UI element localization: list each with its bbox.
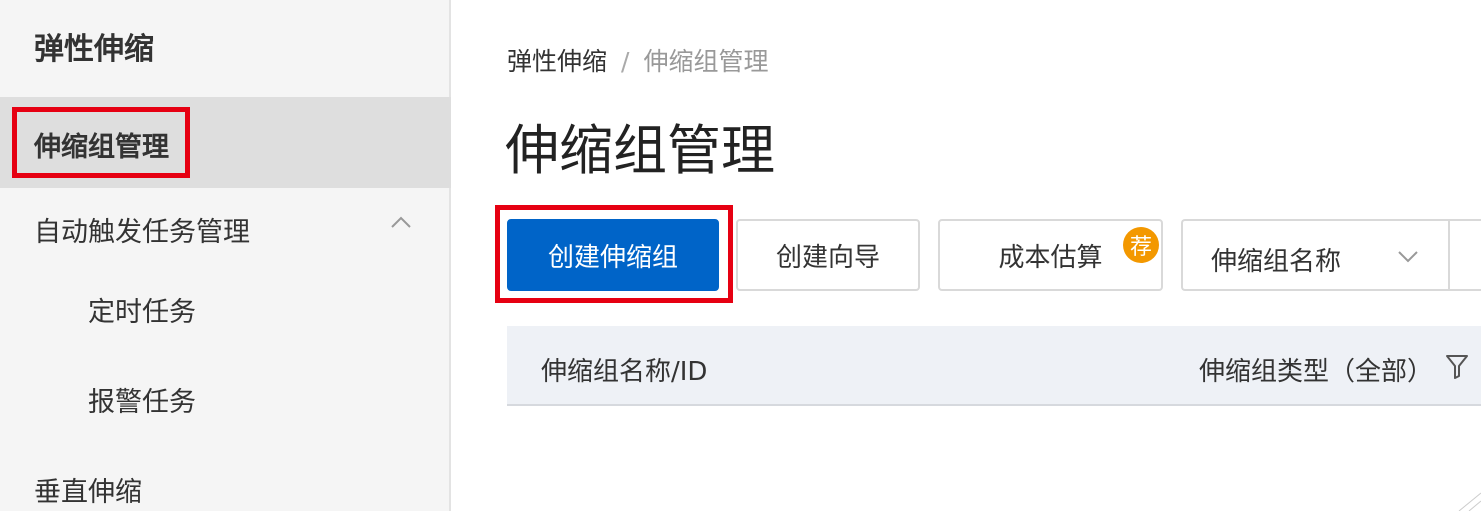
search-field-select-value: 伸缩组名称 bbox=[1211, 247, 1342, 277]
filter-icon[interactable] bbox=[1445, 354, 1469, 380]
sidebar-item-label: 伸缩组管理 bbox=[34, 132, 169, 163]
column-header-type: 伸缩组类型（全部） bbox=[1199, 357, 1434, 387]
cost-estimate-button[interactable]: 成本估算 荐 bbox=[938, 219, 1163, 291]
column-header-name-id: 伸缩组名称/ID bbox=[541, 357, 708, 387]
sidebar-item-label: 自动触发任务管理 bbox=[34, 217, 250, 248]
sidebar: 弹性伸缩 伸缩组管理 自动触发任务管理 定时任务 报警任务 垂直伸缩 bbox=[0, 0, 451, 511]
main-content: 弹性伸缩 / 伸缩组管理 伸缩组管理 创建伸缩组 创建向导 成本估算 荐 伸缩组名称… bbox=[453, 0, 1481, 511]
sidebar-title: 弹性伸缩 bbox=[34, 32, 154, 67]
cost-estimate-label: 成本估算 bbox=[998, 242, 1103, 273]
breadcrumb-root[interactable]: 弹性伸缩 bbox=[507, 47, 607, 76]
sidebar-item-alarm-tasks[interactable]: 报警任务 bbox=[0, 358, 451, 438]
create-wizard-button[interactable]: 创建向导 bbox=[736, 219, 920, 291]
chevron-down-icon bbox=[1398, 251, 1418, 263]
create-scaling-group-button[interactable]: 创建伸缩组 bbox=[507, 219, 719, 291]
search-field-select[interactable]: 伸缩组名称 bbox=[1181, 219, 1451, 291]
sidebar-item-scaling-group-management[interactable]: 伸缩组管理 bbox=[0, 97, 451, 188]
breadcrumb: 弹性伸缩 / 伸缩组管理 bbox=[507, 42, 768, 78]
breadcrumb-separator: / bbox=[621, 47, 630, 76]
recommend-badge-icon: 荐 bbox=[1123, 227, 1159, 263]
sidebar-item-scheduled-tasks[interactable]: 定时任务 bbox=[0, 268, 451, 348]
breadcrumb-current: 伸缩组管理 bbox=[643, 47, 769, 76]
sidebar-item-label: 定时任务 bbox=[88, 297, 196, 328]
resize-handle-icon bbox=[1458, 492, 1481, 511]
sidebar-item-label: 垂直伸缩 bbox=[34, 477, 142, 508]
chevron-up-icon bbox=[391, 216, 411, 228]
table-header: 伸缩组名称/ID 伸缩组类型（全部） bbox=[507, 326, 1481, 406]
search-input[interactable] bbox=[1448, 219, 1481, 291]
sidebar-item-vertical-scaling[interactable]: 垂直伸缩 bbox=[0, 448, 451, 511]
page-title: 伸缩组管理 bbox=[505, 119, 775, 182]
sidebar-item-auto-trigger-tasks[interactable]: 自动触发任务管理 bbox=[0, 188, 451, 268]
sidebar-item-label: 报警任务 bbox=[88, 387, 196, 418]
